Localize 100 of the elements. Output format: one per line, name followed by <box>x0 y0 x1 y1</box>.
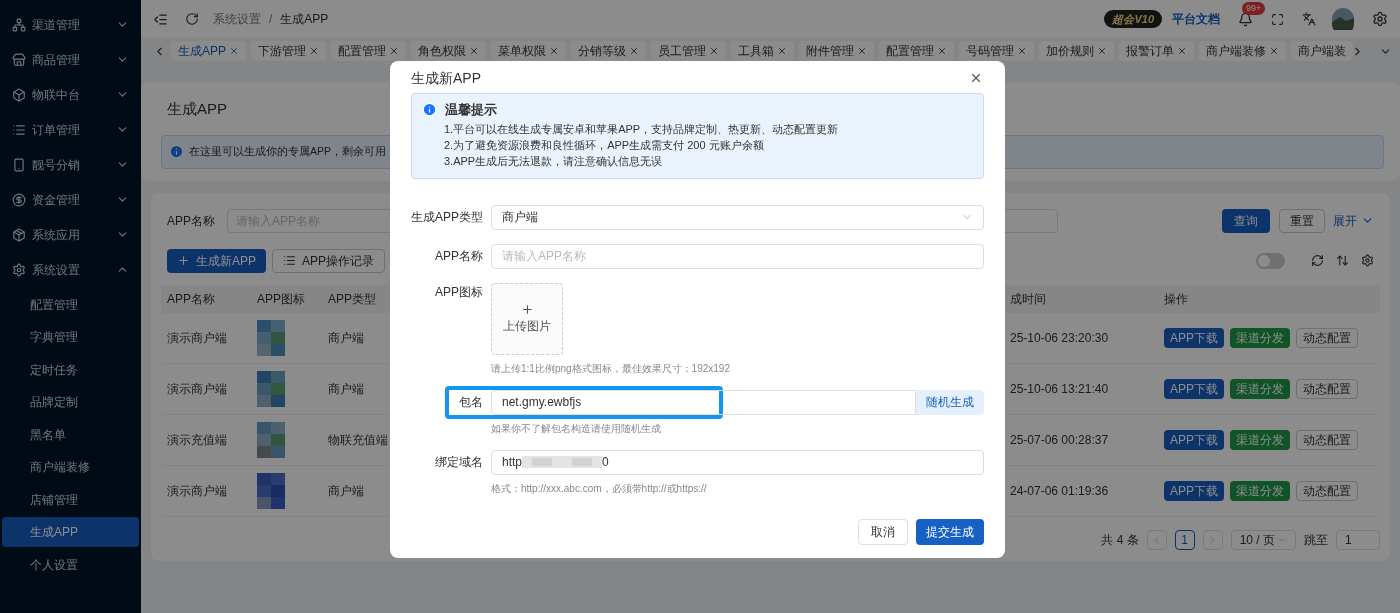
table-cell: 24-07-06 01:19:36 <box>1010 484 1109 498</box>
tab[interactable]: 菜单权限 <box>491 41 566 61</box>
tab[interactable]: 配置管理 <box>331 41 406 61</box>
cancel-button[interactable]: 取消 <box>858 519 908 545</box>
app-download-button[interactable]: APP下载 <box>1164 327 1224 348</box>
expand-link[interactable]: 展开 <box>1333 211 1374 230</box>
settings-icon[interactable] <box>1372 11 1388 27</box>
close-icon[interactable] <box>309 46 319 56</box>
dynamic-config-button[interactable]: 动态配置 <box>1296 327 1358 348</box>
table-cell: 商户端 <box>328 330 364 345</box>
reset-button[interactable]: 重置 <box>1279 208 1325 233</box>
sidebar-item[interactable]: 定时任务 <box>2 354 139 385</box>
page-size-select[interactable]: 10 / 页 <box>1230 530 1296 550</box>
phone-icon <box>12 157 26 172</box>
gear-icon <box>12 262 26 277</box>
table-cell: 演示充值端 <box>167 433 227 447</box>
channel-distribute-button[interactable]: 渠道分发 <box>1230 379 1290 399</box>
close-icon[interactable] <box>389 46 399 56</box>
close-icon[interactable] <box>469 46 479 56</box>
random-generate-button[interactable]: 随机生成 <box>916 389 984 415</box>
fullscreen-icon[interactable] <box>1271 12 1284 26</box>
sidebar-item[interactable]: 商户端装修 <box>2 452 139 482</box>
tab[interactable]: 配置管理 <box>879 41 954 61</box>
close-icon[interactable] <box>709 46 719 56</box>
close-icon[interactable] <box>937 46 947 56</box>
refresh-icon[interactable] <box>185 12 199 26</box>
operation-log-button[interactable]: APP操作记录 <box>272 248 386 273</box>
page-button[interactable]: 1 <box>1174 530 1195 550</box>
close-icon[interactable] <box>229 46 239 56</box>
sidebar-item[interactable]: 配置管理 <box>2 289 139 320</box>
close-icon[interactable] <box>549 46 559 56</box>
breadcrumb-item[interactable]: 系统设置 <box>213 10 261 28</box>
query-button[interactable]: 查询 <box>1222 208 1270 233</box>
sidebar-item[interactable]: 渠道管理 <box>0 7 141 42</box>
app-type-select[interactable]: 商户端 <box>491 204 984 230</box>
sidebar-item[interactable]: 系统应用 <box>0 217 141 252</box>
sidebar-item[interactable]: 生成APP <box>2 517 139 547</box>
close-icon[interactable] <box>1269 46 1279 56</box>
tab[interactable]: 工具箱 <box>731 41 794 61</box>
field-label: 包名 <box>458 394 483 411</box>
menu-icon[interactable] <box>153 11 168 27</box>
close-icon[interactable] <box>969 71 983 85</box>
field-label: APP图标 <box>434 283 483 301</box>
close-icon[interactable] <box>857 46 867 56</box>
bell-icon[interactable] <box>1238 11 1253 27</box>
sidebar-item[interactable]: 商品管理 <box>0 42 141 77</box>
tab[interactable]: 报警订单 <box>1119 41 1194 61</box>
sidebar-item[interactable]: 系统设置 <box>0 252 141 287</box>
toggle-switch[interactable] <box>1256 252 1285 269</box>
tab[interactable]: 生成APP <box>171 41 246 61</box>
box-icon <box>12 87 26 102</box>
plus-icon <box>520 302 534 316</box>
app-download-button[interactable]: APP下载 <box>1164 379 1224 399</box>
channel-distribute-button[interactable]: 渠道分发 <box>1230 481 1290 501</box>
tab[interactable]: 商户端装修 <box>1199 41 1286 61</box>
table-cell: 商户端 <box>328 382 364 396</box>
tip-text: 1.平台可以在线生成专属安卓和苹果APP，支持品牌定制、热更新、动态配置更新 <box>444 121 840 136</box>
close-icon[interactable] <box>1017 46 1027 56</box>
channel-distribute-button[interactable]: 渠道分发 <box>1230 327 1290 348</box>
tab[interactable]: 商户端装 <box>1291 41 1353 61</box>
table-cell: 演示商户端 <box>167 330 227 345</box>
settings-icon[interactable] <box>1361 254 1374 267</box>
tab[interactable]: 分销等级 <box>571 41 646 61</box>
dynamic-config-button[interactable]: 动态配置 <box>1296 481 1358 501</box>
close-icon[interactable] <box>629 46 639 56</box>
close-icon[interactable] <box>1177 46 1187 56</box>
sidebar-item[interactable]: 店铺管理 <box>2 484 139 515</box>
sidebar-item[interactable]: 个人设置 <box>2 549 139 580</box>
sidebar-item[interactable]: 黑名单 <box>2 419 139 450</box>
submit-button[interactable]: 提交生成 <box>916 519 984 545</box>
tab[interactable]: 号码管理 <box>959 41 1034 61</box>
channel-distribute-button[interactable]: 渠道分发 <box>1230 430 1290 450</box>
refresh-icon[interactable] <box>1311 254 1324 267</box>
docs-link[interactable]: 平台文档 <box>1172 10 1220 28</box>
domain-field[interactable]: http 0 <box>491 449 984 475</box>
tab[interactable]: 附件管理 <box>799 41 874 61</box>
tab[interactable]: 角色权限 <box>411 41 486 61</box>
tab[interactable]: 下游管理 <box>251 41 326 61</box>
app-download-button[interactable]: APP下载 <box>1164 481 1224 501</box>
translate-icon[interactable] <box>1302 12 1316 26</box>
tab[interactable]: 加价规则 <box>1039 41 1114 61</box>
avatar[interactable] <box>1332 8 1354 30</box>
density-icon[interactable] <box>1336 254 1349 267</box>
upload-image-button[interactable]: 上传图片 <box>491 282 563 355</box>
sidebar-item[interactable]: 资金管理 <box>0 182 141 217</box>
close-icon[interactable] <box>1097 46 1107 56</box>
sidebar-item[interactable]: 靓号分销 <box>0 147 141 182</box>
sidebar-item[interactable]: 品牌定制 <box>2 387 139 417</box>
package-name-field[interactable]: net.gmy.ewbfjs <box>491 389 916 415</box>
dynamic-config-button[interactable]: 动态配置 <box>1296 430 1358 450</box>
jump-field[interactable]: 1 <box>1336 530 1380 550</box>
dynamic-config-button[interactable]: 动态配置 <box>1296 379 1358 399</box>
tab[interactable]: 员工管理 <box>651 41 726 61</box>
sidebar-item[interactable]: 字典管理 <box>2 322 139 352</box>
sidebar-item[interactable]: 物联中台 <box>0 77 141 112</box>
sidebar-item[interactable]: 订单管理 <box>0 112 141 147</box>
close-icon[interactable] <box>777 46 787 56</box>
app-download-button[interactable]: APP下载 <box>1164 430 1224 450</box>
network-icon <box>12 17 26 32</box>
create-app-button[interactable]: 生成新APP <box>167 248 266 273</box>
